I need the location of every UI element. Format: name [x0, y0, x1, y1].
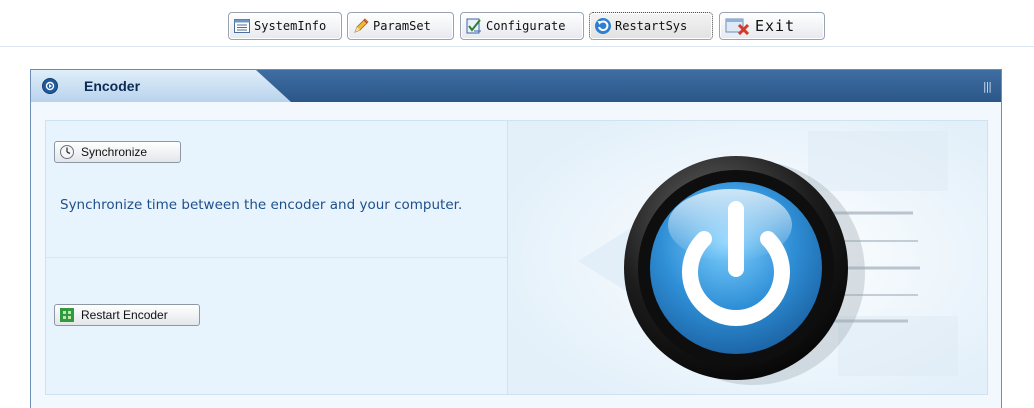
restart-encoder-button[interactable]: Restart Encoder	[54, 304, 200, 326]
param-set-label: ParamSet	[373, 19, 431, 33]
list-icon	[233, 17, 251, 35]
restart-encoder-label: Restart Encoder	[81, 308, 168, 322]
exit-label: Exit	[755, 17, 796, 35]
pencil-icon	[352, 17, 370, 35]
system-info-label: SystemInfo	[254, 19, 327, 33]
actions-column: Synchronize Synchronize time between the…	[46, 121, 508, 394]
restart-icon	[59, 307, 75, 323]
synchronize-row: Synchronize Synchronize time between the…	[46, 121, 507, 258]
synchronize-label: Synchronize	[81, 145, 148, 159]
clock-icon	[59, 144, 75, 160]
panel-content: Synchronize Synchronize time between the…	[45, 120, 988, 395]
panel-title: Encoder	[84, 78, 141, 94]
restart-row: Restart Encoder	[46, 258, 507, 394]
configurate-label: Configurate	[486, 19, 566, 33]
top-toolbar: SystemInfo ParamSet Configurate RestartS…	[0, 0, 1034, 47]
system-info-button[interactable]: SystemInfo	[228, 12, 342, 40]
param-set-button[interactable]: ParamSet	[347, 12, 454, 40]
encoder-panel: Encoder ||| Synchronize Synchronize time…	[30, 69, 1002, 408]
synchronize-description: Synchronize time between the encoder and…	[60, 197, 463, 213]
power-button-icon	[508, 121, 987, 394]
checklist-icon	[465, 17, 483, 35]
exit-icon	[724, 17, 752, 35]
synchronize-button[interactable]: Synchronize	[54, 141, 181, 163]
restart-sys-label: RestartSys	[615, 19, 688, 33]
illustration-area	[508, 121, 987, 394]
exit-button[interactable]: Exit	[719, 12, 825, 40]
panel-header: Encoder |||	[31, 70, 1001, 102]
refresh-icon	[594, 17, 612, 35]
circle-arrow-icon	[42, 78, 58, 94]
restart-sys-button[interactable]: RestartSys	[589, 12, 713, 40]
panel-tab	[31, 70, 291, 102]
configurate-button[interactable]: Configurate	[460, 12, 584, 40]
header-grip: |||	[982, 80, 992, 93]
